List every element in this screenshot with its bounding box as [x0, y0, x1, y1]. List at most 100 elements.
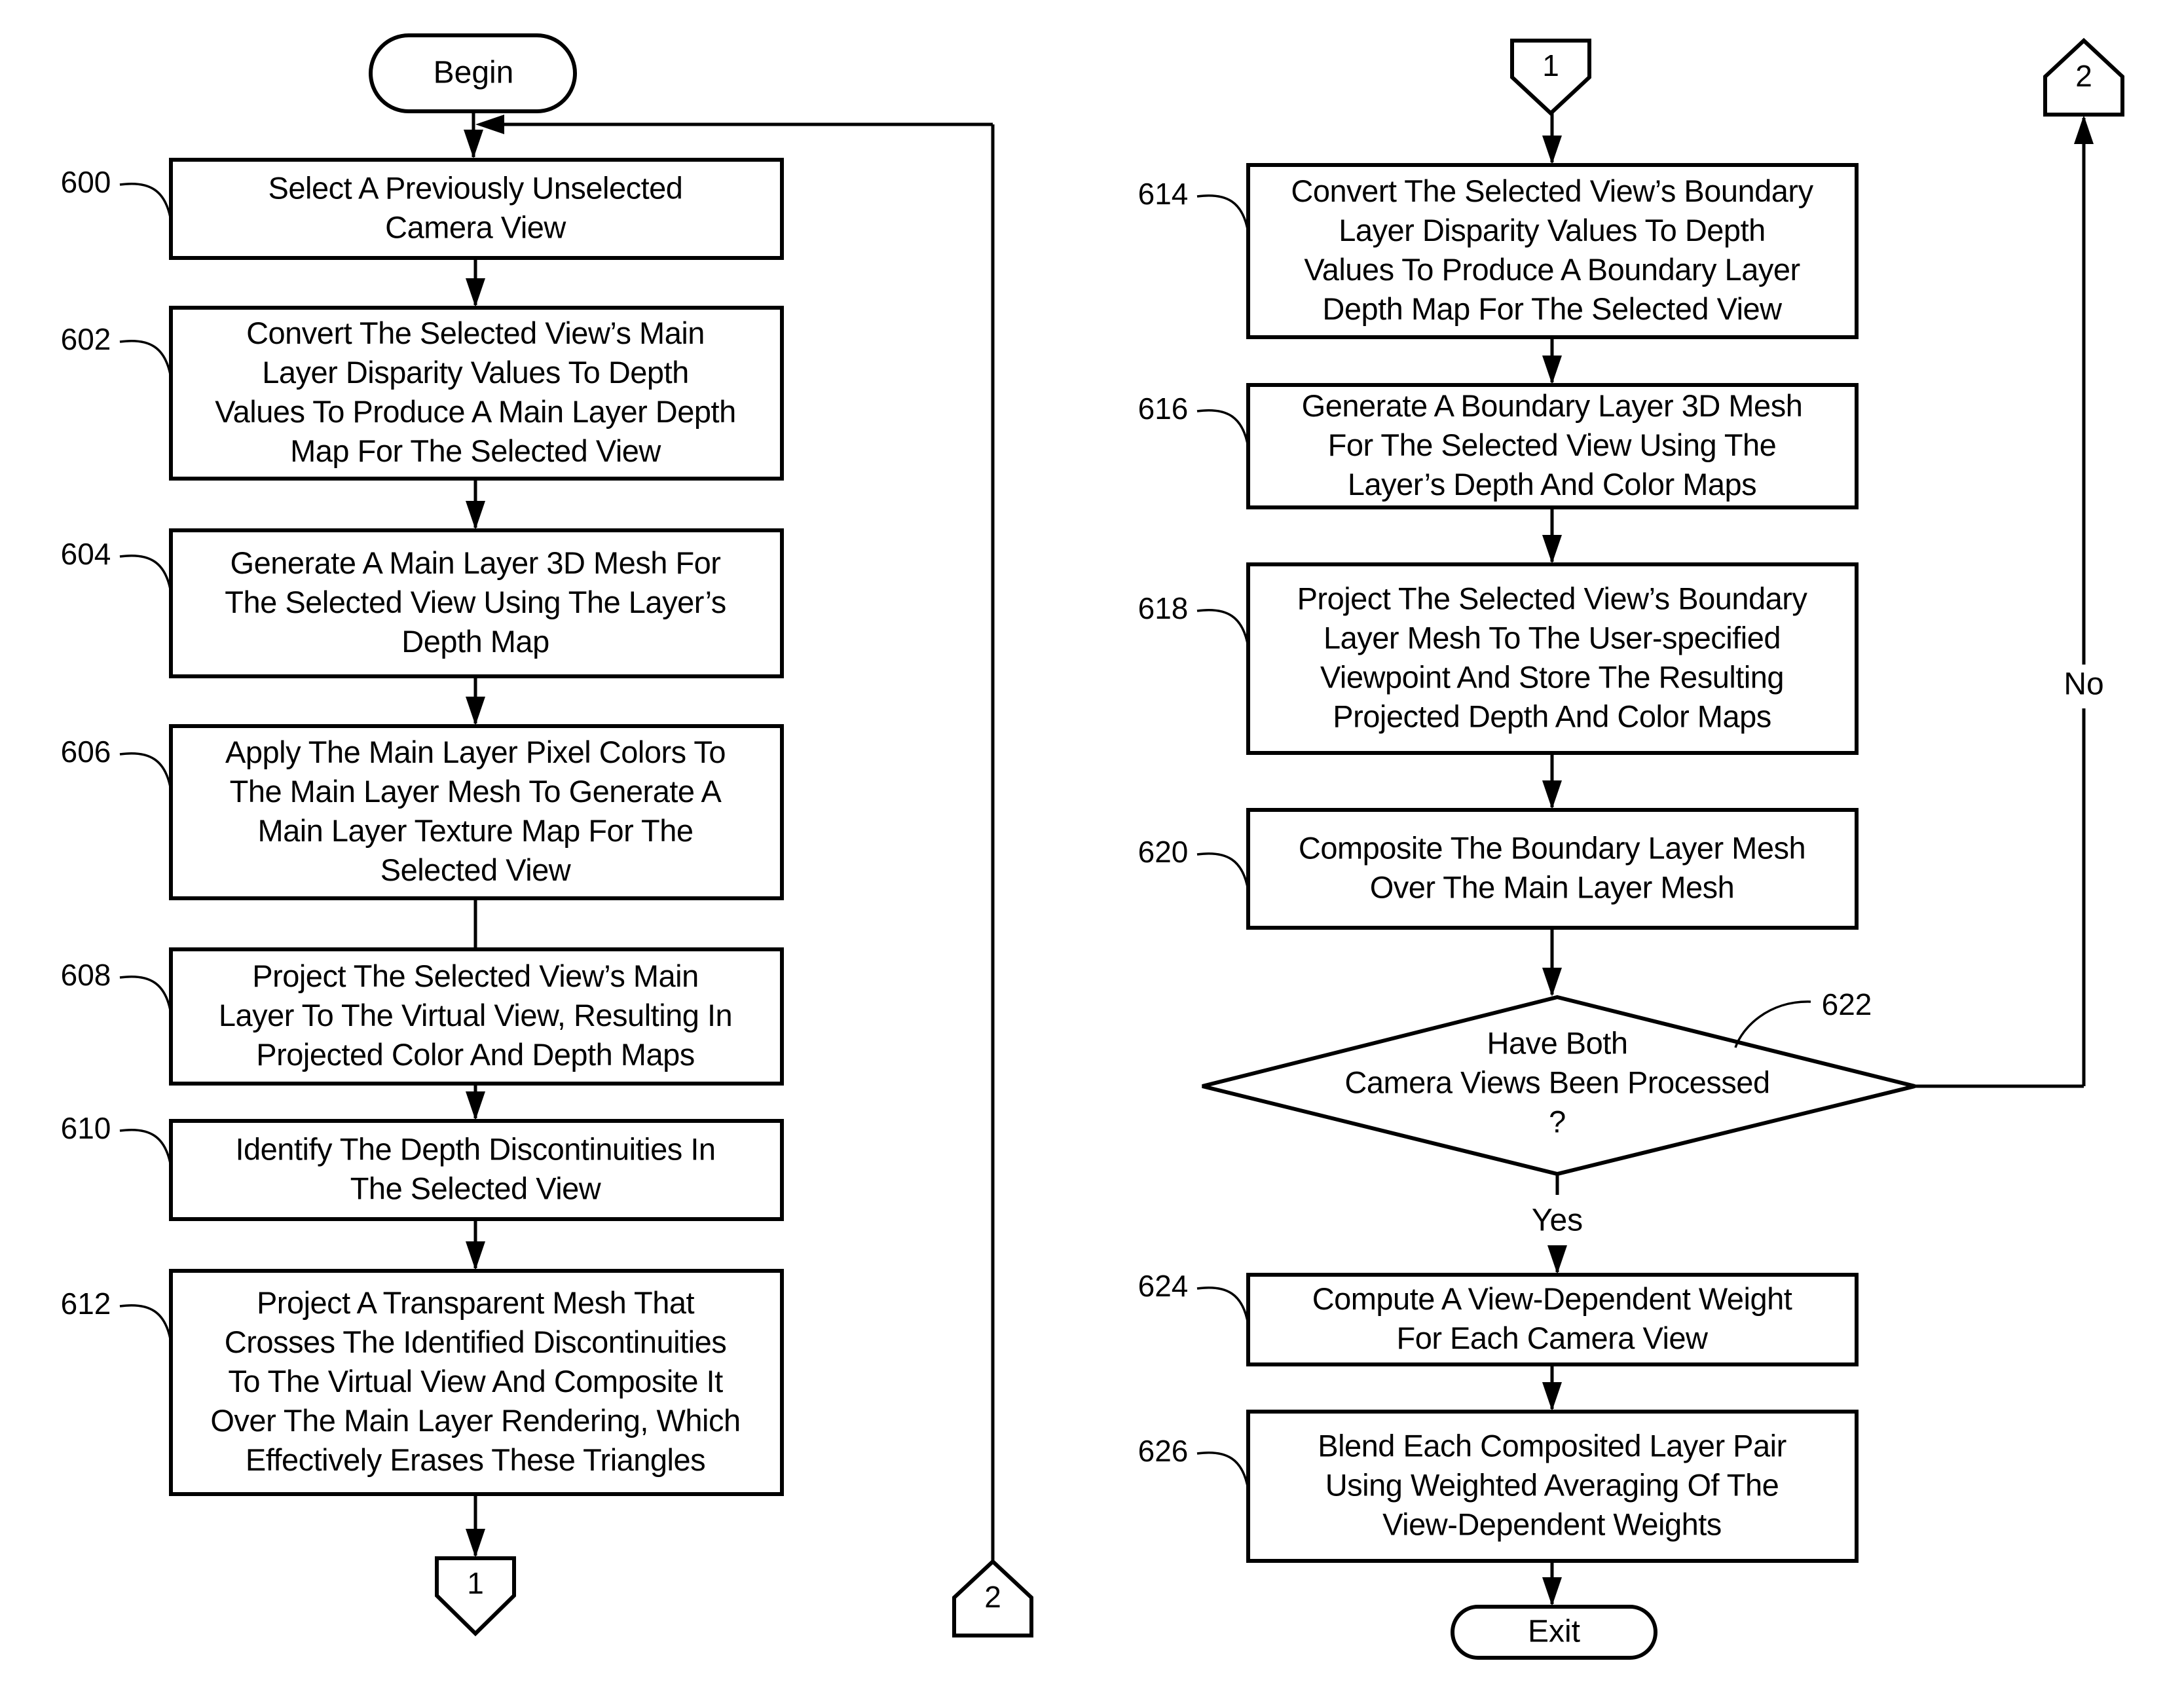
- decision-text: Have Both: [1487, 1025, 1628, 1060]
- decision-text: Camera Views Been Processed: [1344, 1065, 1769, 1099]
- ref-number: 624: [1138, 1269, 1189, 1303]
- process-box-text: Viewpoint And Store The Resulting: [1320, 659, 1784, 694]
- begin-label: Begin: [434, 56, 514, 90]
- process-box-text: The Selected View: [350, 1171, 602, 1205]
- ref-label-620: 620: [1138, 835, 1249, 891]
- process-box-text: Project The Selected View’s Boundary: [1297, 581, 1808, 615]
- process-box-text: Composite The Boundary Layer Mesh: [1299, 830, 1805, 865]
- arrow-down-icon: [1542, 968, 1562, 996]
- ref-leader-line: [1196, 194, 1249, 233]
- process-box-text: Crosses The Identified Discontinuities: [225, 1325, 726, 1359]
- arrow-down-icon: [1542, 1577, 1562, 1606]
- ref-number: 618: [1138, 591, 1189, 625]
- process-box-620: Composite The Boundary Layer Mesh Over Th…: [1246, 808, 1859, 930]
- process-box-text: Projected Depth And Color Maps: [1333, 699, 1771, 733]
- ref-label-604: 604: [61, 537, 172, 593]
- process-box-text: Selected View: [380, 852, 572, 887]
- process-box-604: Generate A Main Layer 3D Mesh For The Sel…: [169, 528, 784, 678]
- ref-leader-line: [1196, 852, 1249, 891]
- ref-label-606: 606: [61, 735, 172, 791]
- ref-label-610: 610: [61, 1111, 172, 1167]
- process-box-text: Blend Each Composited Layer Pair: [1318, 1428, 1786, 1463]
- process-box-614: Convert The Selected View’s Boundary Laye…: [1246, 163, 1859, 339]
- arrow-down-icon: [1547, 1245, 1567, 1274]
- arrow-up-icon: [2074, 115, 2094, 144]
- process-box-text: Generate A Main Layer 3D Mesh For: [231, 545, 721, 580]
- ref-leader-line: [119, 752, 172, 791]
- yes-label: Yes: [1532, 1203, 1583, 1238]
- process-box-608: Project The Selected View’s Main Layer To…: [169, 947, 784, 1086]
- process-box-text: Over The Main Layer Mesh: [1370, 869, 1735, 904]
- exit-label: Exit: [1528, 1615, 1580, 1649]
- ref-leader-line: [119, 339, 172, 378]
- ref-label-626: 626: [1138, 1434, 1249, 1490]
- ref-number: 620: [1138, 835, 1189, 869]
- ref-leader-line: [1196, 409, 1249, 448]
- ref-number: 610: [61, 1111, 111, 1145]
- process-box-618: Project The Selected View’s Boundary Laye…: [1246, 562, 1859, 755]
- process-box-text: Depth Map: [401, 624, 549, 659]
- arrow-down-icon: [1542, 780, 1562, 809]
- process-box-text: Layer Disparity Values To Depth: [262, 355, 689, 390]
- process-box-text: Depth Map For The Selected View: [1322, 291, 1783, 326]
- connector-1-out: 1: [435, 1556, 516, 1637]
- ref-label-616: 616: [1138, 392, 1249, 448]
- connector-label: 2: [984, 1580, 1001, 1614]
- process-box-text: Using Weighted Averaging Of The: [1325, 1467, 1779, 1502]
- ref-label-624: 624: [1138, 1269, 1249, 1325]
- process-box-text: Over The Main Layer Rendering, Which: [210, 1403, 740, 1438]
- ref-leader-line: [119, 975, 172, 1014]
- connector-label: 1: [1542, 48, 1559, 82]
- process-box-text: Generate A Boundary Layer 3D Mesh: [1302, 388, 1803, 423]
- ref-label-614: 614: [1138, 177, 1249, 233]
- ref-number: 614: [1138, 177, 1189, 211]
- process-box-600: Select A Previously Unselected Camera Vie…: [169, 158, 784, 260]
- ref-label-602: 602: [61, 322, 172, 378]
- process-box-616: Generate A Boundary Layer 3D Mesh For The…: [1246, 383, 1859, 509]
- process-box-text: Effectively Erases These Triangles: [246, 1442, 705, 1477]
- arrow-down-icon: [464, 130, 483, 158]
- ref-leader-line: [1196, 1451, 1249, 1490]
- process-box-text: For Each Camera View: [1397, 1321, 1709, 1355]
- arrow-down-icon: [466, 1241, 485, 1270]
- process-box-text: Compute A View-Dependent Weight: [1312, 1281, 1792, 1316]
- process-box-text: Convert The Selected View’s Boundary: [1291, 174, 1813, 208]
- process-box-text: Project The Selected View’s Main: [252, 959, 699, 993]
- begin-terminal: Begin: [369, 33, 577, 113]
- process-box-frame: [1246, 808, 1859, 930]
- arrow-down-icon: [466, 1091, 485, 1120]
- ref-number: 616: [1138, 392, 1189, 426]
- connector-2-out: 2: [2043, 37, 2124, 117]
- process-box-624: Compute A View-Dependent Weight For Each …: [1246, 1273, 1859, 1366]
- connector-label: 1: [467, 1566, 484, 1600]
- process-box-text: Apply The Main Layer Pixel Colors To: [225, 735, 726, 769]
- process-box-text: The Selected View Using The Layer’s: [225, 585, 726, 619]
- ref-label-612: 612: [61, 1287, 172, 1343]
- ref-number: 602: [61, 322, 111, 356]
- ref-leader-line: [1196, 1286, 1249, 1325]
- process-box-text: Layer Disparity Values To Depth: [1339, 213, 1766, 247]
- decision-text: ?: [1549, 1104, 1566, 1139]
- arrow-down-icon: [466, 501, 485, 530]
- ref-number: 604: [61, 537, 111, 571]
- process-box-602: Convert The Selected View’s Main Layer Di…: [169, 306, 784, 481]
- process-box-text: Map For The Selected View: [290, 433, 661, 468]
- arrow-down-icon: [1542, 1382, 1562, 1411]
- arrow-down-icon: [466, 1529, 485, 1558]
- connector-2-in: 2: [952, 1558, 1033, 1637]
- ref-leader-line: [119, 554, 172, 593]
- ref-leader-line: [1196, 608, 1249, 648]
- process-box-text: View-Dependent Weights: [1382, 1507, 1722, 1541]
- ref-label-600: 600: [61, 165, 172, 221]
- ref-label-622: 622: [1734, 987, 1872, 1048]
- arrow-down-icon: [466, 278, 485, 307]
- connector-1-in: 1: [1510, 39, 1591, 117]
- process-box-text: Values To Produce A Main Layer Depth: [215, 394, 735, 429]
- ref-label-618: 618: [1138, 591, 1249, 648]
- process-box-text: To The Virtual View And Composite It: [228, 1364, 723, 1399]
- process-box-626: Blend Each Composited Layer Pair Using We…: [1246, 1410, 1859, 1563]
- ref-leader-line: [1734, 1000, 1811, 1048]
- ref-number: 622: [1822, 987, 1872, 1021]
- ref-leader-line: [119, 1304, 172, 1343]
- ref-number: 626: [1138, 1434, 1189, 1468]
